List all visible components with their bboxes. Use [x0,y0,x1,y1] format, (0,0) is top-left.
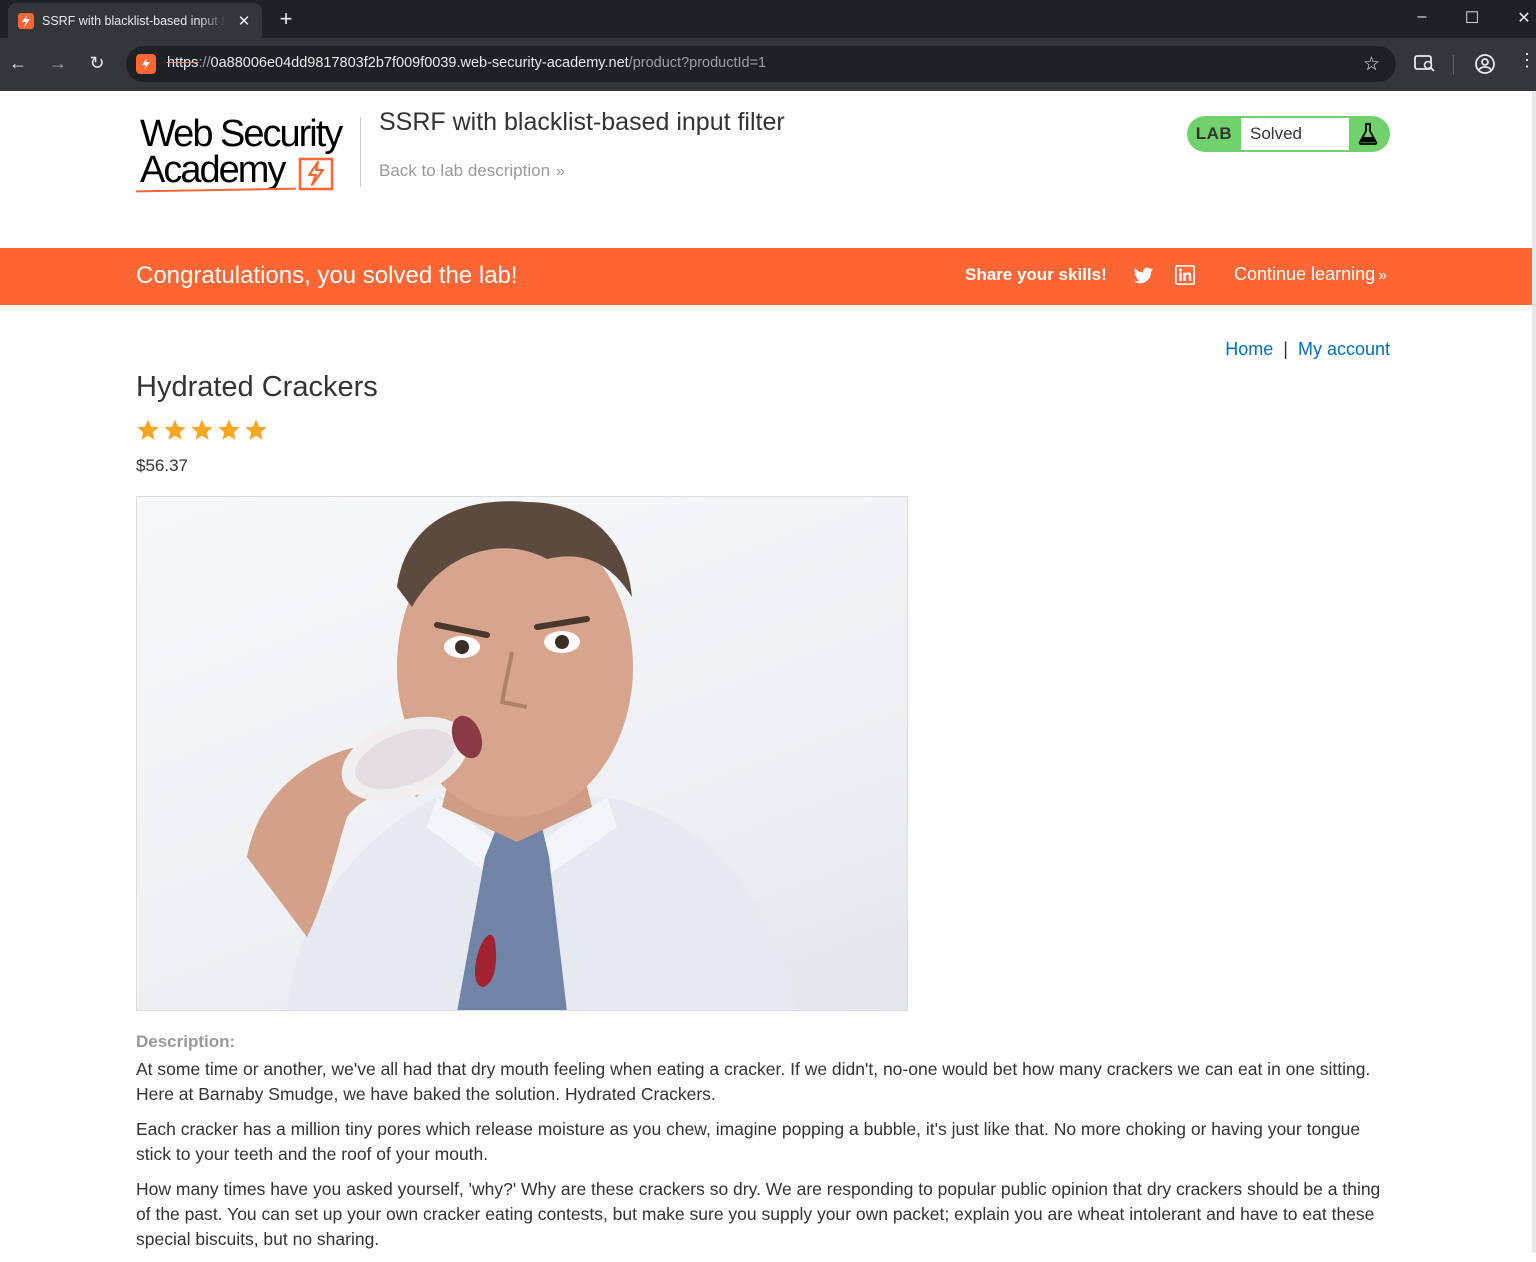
address-bar[interactable]: https://0a88006e04dd9817803f2b7f009f0039… [126,46,1396,82]
description-paragraph: At some time or another, we've all had t… [136,1059,1371,1104]
description-paragraph: How many times have you asked yourself, … [136,1179,1381,1249]
lab-title: SSRF with blacklist-based input filter [379,108,785,136]
reload-icon[interactable]: ↻ [85,51,109,75]
description-paragraph: Each cracker has a million tiny pores wh… [136,1119,1361,1164]
academy-favicon-icon [18,12,34,29]
flask-icon [1349,118,1387,150]
menu-dots-icon[interactable]: ⋮ [1518,50,1536,71]
product-title: Hydrated Crackers [136,371,378,403]
star-icon [164,419,186,440]
linkedin-icon[interactable] [1175,265,1195,285]
profile-icon[interactable] [1474,53,1496,80]
page-scrollbar[interactable] [1532,91,1536,1253]
url-path: /product?productId=1 [628,55,767,71]
product-price: $56.37 [136,456,188,475]
logo-text-line2: Academy [140,149,286,191]
lab-status-text: Solved [1241,118,1349,150]
congratulations-message: Congratulations, you solved the lab! [136,262,518,289]
star-icon [137,419,159,440]
back-link-label: Back to lab description [379,161,551,180]
back-icon[interactable]: ← [6,51,30,75]
logo-lightning-icon [298,157,334,191]
solved-banner: Congratulations, you solved the lab! Sha… [0,248,1532,305]
description-label: Description: [136,1032,236,1051]
lab-badge: LAB [1195,124,1233,143]
my-account-link[interactable]: My account [1298,339,1390,359]
product-description: At some time or another, we've all had t… [136,1057,1394,1262]
home-link[interactable]: Home [1225,339,1273,359]
web-security-academy-logo[interactable]: Web Security Academy [136,109,361,193]
minimize-icon[interactable]: – [1412,8,1432,26]
star-icon [191,419,213,440]
share-skills-label: Share your skills! [965,265,1107,284]
product-rating [136,418,268,442]
header-divider [360,117,361,187]
close-window-icon[interactable]: ✕ [1514,8,1534,28]
nav-separator: | [1283,339,1288,359]
new-tab-button[interactable]: + [275,6,297,32]
academy-header: Web Security Academy SSRF with blacklist… [136,91,1390,248]
continue-learning-label: Continue learning [1234,264,1376,284]
double-chevron-right-icon: » [556,163,565,180]
twitter-icon[interactable] [1133,265,1154,286]
toolbar-divider [1453,55,1454,75]
forward-icon[interactable]: → [46,51,70,75]
maximize-icon[interactable]: ☐ [1462,8,1482,28]
product-image [136,496,908,1011]
site-favicon-icon [136,54,156,74]
back-to-lab-description-link[interactable]: Back to lab description » [379,161,565,181]
close-tab-icon[interactable]: ✕ [236,12,252,30]
continue-learning-link[interactable]: Continue learning» [1234,264,1387,285]
top-navigation: Home | My account [1225,339,1390,360]
url-scheme: https [167,55,199,71]
page-content: Web Security Academy SSRF with blacklist… [0,91,1532,1253]
bookmark-star-icon[interactable]: ☆ [1363,53,1380,76]
star-icon [218,419,240,440]
double-chevron-right-icon: » [1378,267,1388,284]
star-icon [245,419,267,440]
lab-status-widget: LAB Solved [1187,116,1390,152]
tab-search-icon[interactable] [1414,53,1436,78]
url-host: 0a88006e04dd9817803f2b7f009f0039.web-sec… [210,55,629,71]
browser-tab-bar: SSRF with blacklist-based input filter ✕… [0,0,1536,38]
tab-title: SSRF with blacklist-based input filter [42,13,226,28]
url-text[interactable]: https://0a88006e04dd9817803f2b7f009f0039… [167,55,766,71]
browser-toolbar: ← → ↻ https://0a88006e04dd9817803f2b7f00… [0,38,1536,91]
url-separator: :// [198,55,211,71]
browser-tab[interactable]: SSRF with blacklist-based input filter ✕ [8,3,262,38]
